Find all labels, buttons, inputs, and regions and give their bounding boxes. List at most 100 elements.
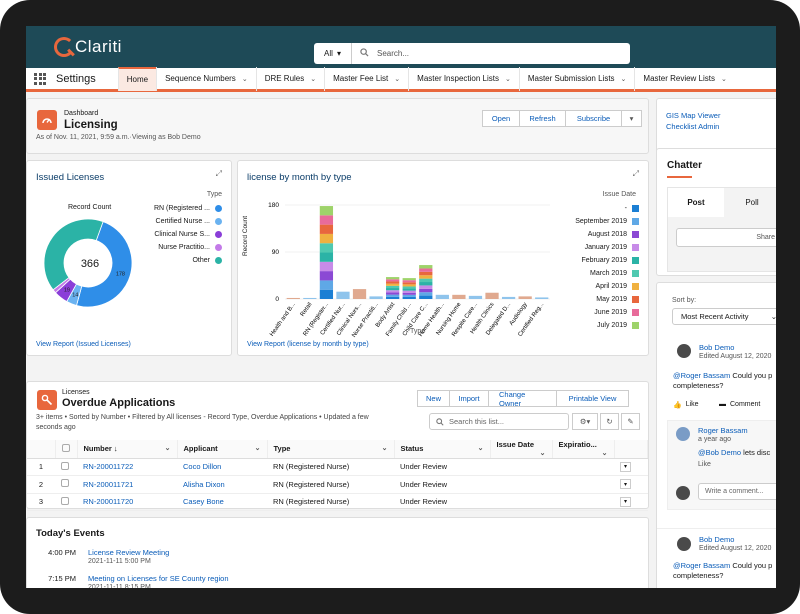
chevron-down-icon[interactable]: ⌄ <box>721 75 727 83</box>
post-author[interactable]: Bob Demo <box>699 343 734 352</box>
avatar[interactable] <box>677 344 691 358</box>
bar-stack[interactable] <box>402 278 416 299</box>
search-input[interactable]: Search... <box>377 49 409 58</box>
nav-item-master-inspection-lists[interactable]: Master Inspection Lists ⌄ <box>408 66 519 91</box>
select-all-header[interactable] <box>55 440 78 459</box>
column-header-type[interactable]: Type ⌄ <box>267 440 395 459</box>
list-search-input[interactable]: Search this list... <box>429 413 569 430</box>
bar-segment[interactable] <box>319 271 334 281</box>
legend-item[interactable]: March 2019 <box>539 267 639 280</box>
comment-button[interactable]: ▬ Comment <box>719 401 760 408</box>
bar-segment[interactable] <box>419 268 433 272</box>
row-actions-button[interactable]: ▾ <box>620 461 631 472</box>
column-header-issue-date[interactable]: Issue Date ⌄ <box>490 440 553 459</box>
bar-segment[interactable] <box>319 224 334 234</box>
legend-item[interactable]: September 2019 <box>539 215 639 228</box>
bar-segment[interactable] <box>452 294 466 299</box>
bar-segment[interactable] <box>419 295 433 299</box>
gis-map-viewer-link[interactable]: GIS Map Viewer <box>666 111 720 120</box>
legend-item[interactable]: Certified Nurse ... <box>122 215 222 228</box>
chevron-down-icon[interactable]: ⌄ <box>255 444 261 452</box>
bar-segment[interactable] <box>352 289 367 299</box>
record-number-link-text[interactable]: RN-200011722 <box>83 462 133 471</box>
bar-stack[interactable] <box>452 294 466 299</box>
bar-segment[interactable] <box>402 290 416 293</box>
bar-stack[interactable] <box>485 292 499 299</box>
bar-segment[interactable] <box>319 280 334 290</box>
bar-segment[interactable] <box>402 280 416 283</box>
bar-stack[interactable] <box>319 206 334 299</box>
row-select[interactable] <box>55 475 77 494</box>
applicant-link-text[interactable]: Alisha Dixon <box>183 480 225 489</box>
legend-item[interactable]: February 2019 <box>539 254 639 267</box>
legend-item[interactable]: April 2019 <box>539 280 639 293</box>
bar-segment[interactable] <box>419 271 433 276</box>
bar-segment[interactable] <box>386 281 400 284</box>
donut-slice[interactable] <box>43 218 104 291</box>
legend-item[interactable]: Clinical Nurse S... <box>122 228 222 241</box>
row-checkbox[interactable] <box>61 479 69 488</box>
bar-stack[interactable] <box>336 291 350 299</box>
like-button[interactable]: 👍 Like <box>673 401 699 409</box>
new-button[interactable]: New <box>417 390 450 407</box>
bar-segment[interactable] <box>402 278 416 281</box>
avatar[interactable] <box>676 427 690 441</box>
bar-segment[interactable] <box>402 292 416 295</box>
bar-stack[interactable] <box>518 296 532 299</box>
bar-segment[interactable] <box>419 278 433 283</box>
legend-item[interactable]: Nurse Practitio... <box>122 241 222 254</box>
chevron-down-icon[interactable]: ⌄ <box>505 75 511 83</box>
bar-segment[interactable] <box>386 296 400 299</box>
bar-segment[interactable] <box>419 282 433 286</box>
bar-segment[interactable] <box>386 279 400 282</box>
bar-segment[interactable] <box>286 297 300 299</box>
row-actions-button[interactable]: ▾ <box>620 496 631 507</box>
bar-segment[interactable] <box>419 285 433 289</box>
bar-segment[interactable] <box>386 283 400 286</box>
global-search[interactable]: All ▾ Search... <box>314 43 630 64</box>
tab-poll[interactable]: Poll <box>724 188 776 217</box>
bar-segment[interactable] <box>402 286 416 289</box>
column-header-applicant[interactable]: Applicant ⌄ <box>177 440 268 459</box>
nav-item-dre-rules[interactable]: DRE Rules ⌄ <box>255 66 324 91</box>
bar-segment[interactable] <box>468 295 483 299</box>
applicant-link-text[interactable]: Coco Dillon <box>183 462 221 471</box>
row-checkbox[interactable] <box>61 496 69 505</box>
inline-edit-button[interactable]: ✎ <box>621 413 640 430</box>
bar-stack[interactable] <box>352 289 367 299</box>
bar-segment[interactable] <box>319 289 334 299</box>
bar-segment[interactable] <box>386 290 400 293</box>
bar-segment[interactable] <box>419 292 433 296</box>
bar-segment[interactable] <box>501 296 516 299</box>
nav-item-master-submission-lists[interactable]: Master Submission Lists ⌄ <box>518 66 635 91</box>
chevron-down-icon[interactable]: ⌄ <box>478 444 484 452</box>
bar-segment[interactable] <box>402 294 416 297</box>
post-author[interactable]: Bob Demo <box>699 535 734 544</box>
nav-item-sequence-numbers[interactable]: Sequence Numbers ⌄ <box>156 66 256 91</box>
row-actions-button[interactable]: ▾ <box>620 479 631 490</box>
bar-segment[interactable] <box>518 296 532 299</box>
avatar[interactable] <box>677 537 691 551</box>
bar-segment[interactable] <box>319 206 334 216</box>
search-scope-select[interactable]: All ▾ <box>314 43 352 64</box>
bar-segment[interactable] <box>386 285 400 289</box>
bar-segment[interactable] <box>419 288 433 293</box>
bar-segment[interactable] <box>336 291 350 299</box>
table-row[interactable]: 3 RN-200011720 Casey Bone RN (Registered Nu… <box>27 493 648 511</box>
view-report-bymonth-link[interactable]: View Report (license by month by type) <box>247 341 369 348</box>
reply-author[interactable]: Roger Bassam <box>698 426 748 435</box>
reply-like[interactable]: Like <box>698 461 711 468</box>
tab-post[interactable]: Post <box>668 188 724 217</box>
chevron-down-icon[interactable]: ⌄ <box>382 444 388 452</box>
applicant-link-text[interactable]: Casey Bone <box>183 497 224 506</box>
chevron-down-icon[interactable]: ⌄ <box>165 444 171 452</box>
bar-segment[interactable] <box>319 243 334 253</box>
bar-segment[interactable] <box>319 252 334 262</box>
event-link[interactable]: Meeting on Licenses for SE County region <box>88 574 229 583</box>
import-button[interactable]: Import <box>450 390 489 407</box>
write-comment-input[interactable]: Write a comment... <box>698 483 776 500</box>
table-row[interactable]: 1 RN-200011722 Coco Dillon RN (Registered N… <box>27 458 648 476</box>
nav-item-master-fee-list[interactable]: Master Fee List ⌄ <box>324 66 408 91</box>
bar-stack[interactable] <box>435 294 449 299</box>
chevron-down-icon[interactable]: ⌄ <box>394 75 400 83</box>
